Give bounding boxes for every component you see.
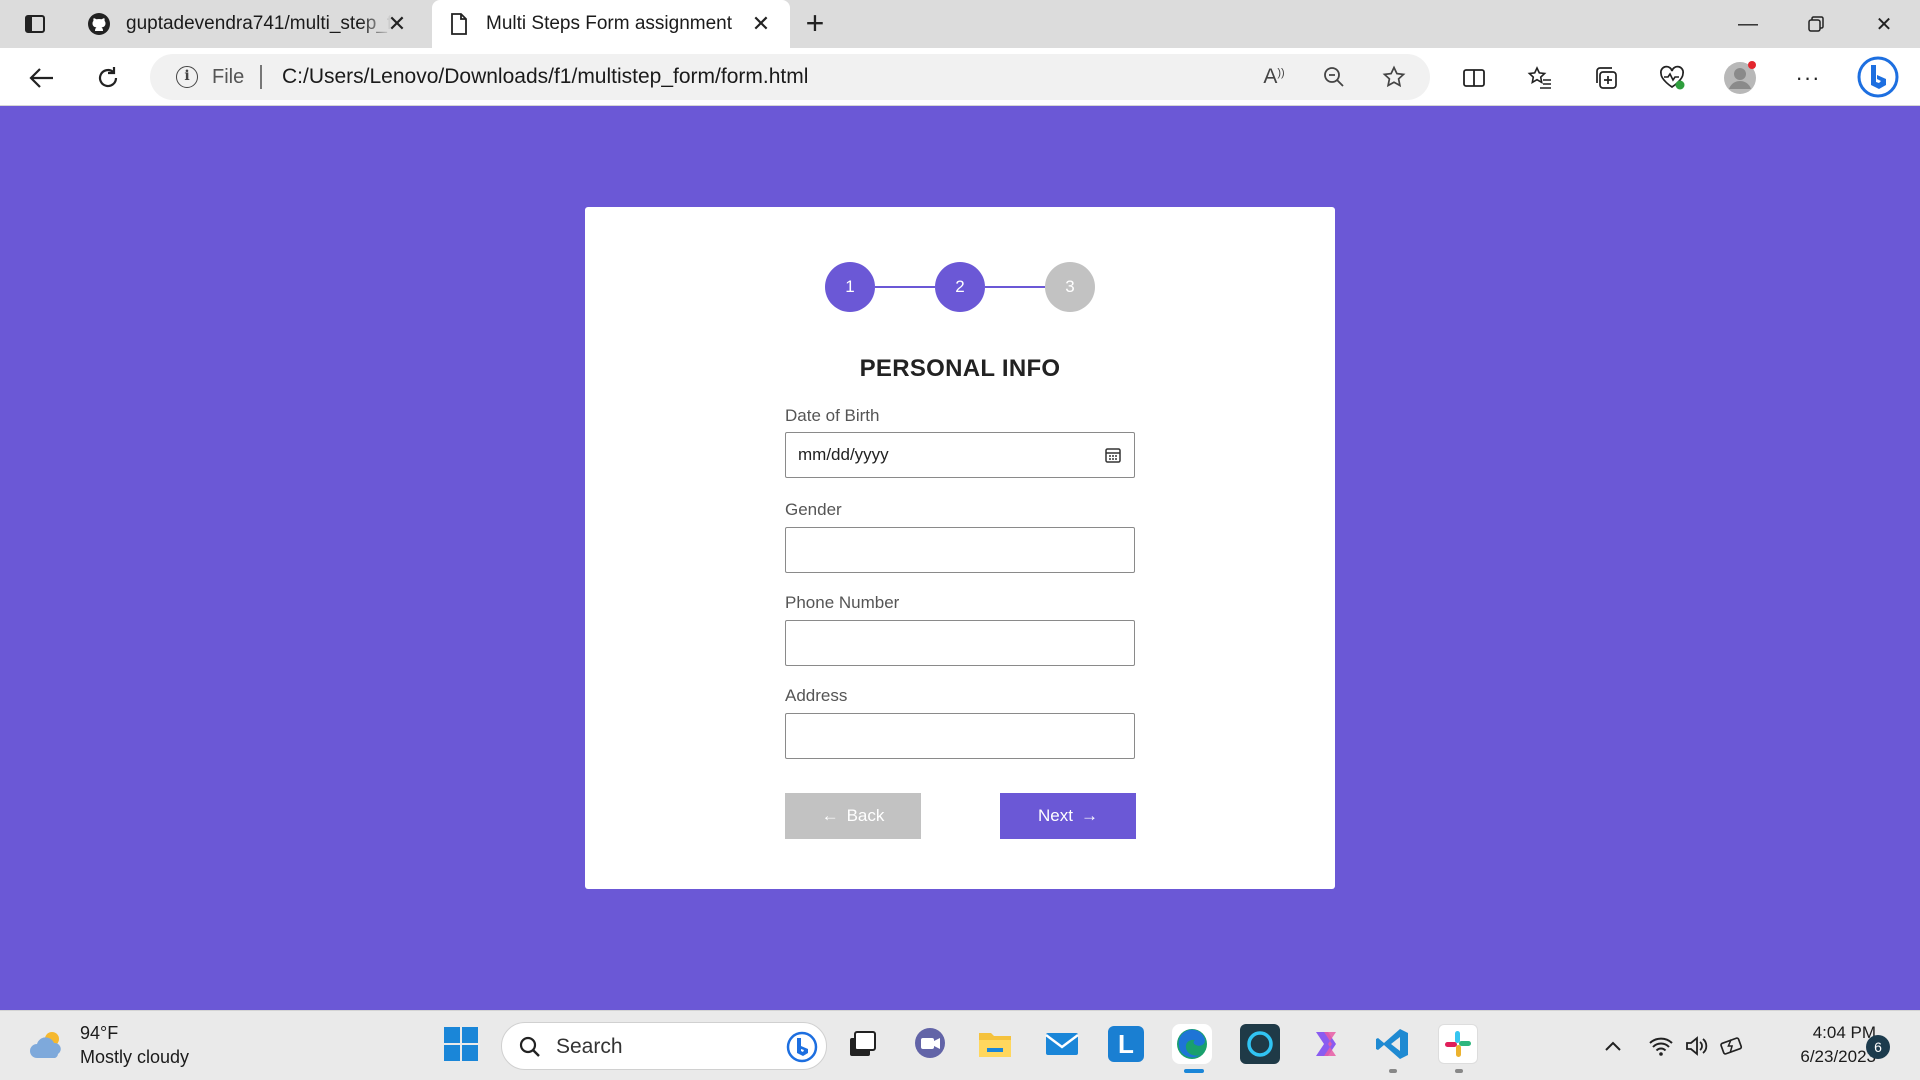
running-indicator [1389,1069,1397,1073]
phone-input[interactable] [786,621,1134,665]
gender-field[interactable] [785,527,1135,573]
address-input[interactable] [786,714,1134,758]
copilot-app-icon[interactable] [1306,1024,1346,1064]
search-icon [519,1036,540,1057]
weather-temp: 94°F [80,1023,119,1043]
split-screen-icon[interactable] [1456,60,1492,96]
step-3: 3 [1045,262,1095,312]
favorites-icon[interactable] [1522,60,1558,96]
address-field[interactable] [785,713,1135,759]
tab-github[interactable]: guptadevendra741/multi_step_form ✕ [72,0,426,48]
task-view-icon[interactable] [842,1024,882,1064]
battery-icon[interactable] [1720,1033,1746,1059]
github-icon [86,11,112,37]
back-button-label: Back [846,806,885,825]
more-menu-icon[interactable]: ··· [1790,60,1826,96]
volume-icon[interactable] [1684,1033,1710,1059]
profile-avatar[interactable] [1722,60,1758,96]
windows-taskbar: 94°F Mostly cloudy Search L 4:04 PM 6/23… [0,1010,1920,1080]
tab-actions-button[interactable] [20,12,50,36]
refresh-icon[interactable] [90,60,126,96]
address-divider [260,65,262,89]
form-title: PERSONAL INFO [859,355,1061,382]
phone-label: Phone Number [785,593,900,612]
dob-field[interactable] [785,432,1135,478]
step-1: 1 [825,262,875,312]
active-indicator [1184,1069,1204,1073]
teams-chat-icon[interactable] [910,1024,950,1064]
scheme-label: File [212,66,245,88]
vscode-icon[interactable] [1372,1024,1412,1064]
url-text[interactable]: C:/Users/Lenovo/Downloads/f1/multistep_f… [282,65,808,89]
dob-label: Date of Birth [785,406,880,425]
address-bar[interactable]: i File C:/Users/Lenovo/Downloads/f1/mult… [150,54,1430,100]
step-connector [875,286,935,288]
restore-icon[interactable] [1796,8,1836,40]
collections-icon[interactable] [1588,60,1624,96]
tab-title: guptadevendra741/multi_step_form [126,13,392,34]
arrow-right-icon: → [1080,806,1098,825]
edge-browser-icon[interactable] [1172,1024,1212,1064]
weather-widget[interactable]: 94°F Mostly cloudy [28,1021,189,1069]
close-window-icon[interactable]: ✕ [1864,8,1904,40]
wifi-icon[interactable] [1648,1033,1674,1059]
multistep-form-card: 1 2 3 PERSONAL INFO Date of Birth Gender… [585,207,1335,889]
zoom-out-icon[interactable] [1320,63,1348,91]
alexa-icon[interactable] [1240,1024,1280,1064]
calendar-icon[interactable] [1104,446,1122,464]
close-tab-icon[interactable]: ✕ [750,11,772,36]
gender-label: Gender [785,500,842,519]
mail-icon[interactable] [1042,1024,1082,1064]
new-tab-button[interactable]: + [800,7,830,39]
next-button[interactable]: Next → [1000,793,1136,839]
back-nav-icon[interactable] [24,60,60,96]
weather-desc: Mostly cloudy [80,1047,190,1067]
browser-tabstrip: guptadevendra741/multi_step_form ✕ Multi… [0,0,1920,48]
bing-copilot-icon[interactable] [1856,55,1900,99]
start-icon[interactable] [441,1024,481,1064]
minimize-icon[interactable]: — [1728,8,1768,40]
clock-date: 6/23/2023 [1800,1047,1876,1066]
search-placeholder: Search [556,1035,623,1058]
read-aloud-icon[interactable]: A)) [1260,63,1288,91]
notification-badge[interactable]: 6 [1866,1035,1890,1059]
close-tab-icon[interactable]: ✕ [386,11,408,36]
app-l-icon[interactable]: L [1108,1026,1144,1062]
favorite-star-icon[interactable] [1380,63,1408,91]
tab-actions-icon [25,15,45,33]
system-clock[interactable]: 4:04 PM 6/23/2023 [1766,1021,1876,1069]
dob-input[interactable] [786,433,1134,477]
slack-icon[interactable] [1438,1024,1478,1064]
file-explorer-icon[interactable] [975,1024,1015,1064]
next-button-label: Next [1038,806,1073,825]
tab-form[interactable]: Multi Steps Form assignment ✕ [432,0,790,48]
arrow-left-icon: ← [821,806,839,825]
chevron-up-icon[interactable] [1600,1033,1626,1059]
address-label: Address [785,686,848,705]
cloudy-weather-icon [30,1032,61,1058]
back-button[interactable]: ← Back [785,793,921,839]
step-connector [985,286,1045,288]
step-progress: 1 2 3 [825,262,1095,312]
info-icon[interactable]: i [176,66,198,88]
step-2: 2 [935,262,985,312]
running-indicator [1455,1069,1463,1073]
clock-time: 4:04 PM [1812,1023,1876,1042]
taskbar-search[interactable]: Search [501,1022,827,1070]
document-icon [446,11,472,37]
tab-title: Multi Steps Form assignment [486,13,733,34]
phone-field[interactable] [785,620,1135,666]
browser-toolbar: i File C:/Users/Lenovo/Downloads/f1/mult… [0,48,1920,106]
browser-essentials-icon[interactable] [1654,60,1690,96]
gender-input[interactable] [786,528,1134,572]
bing-icon [786,1031,818,1063]
